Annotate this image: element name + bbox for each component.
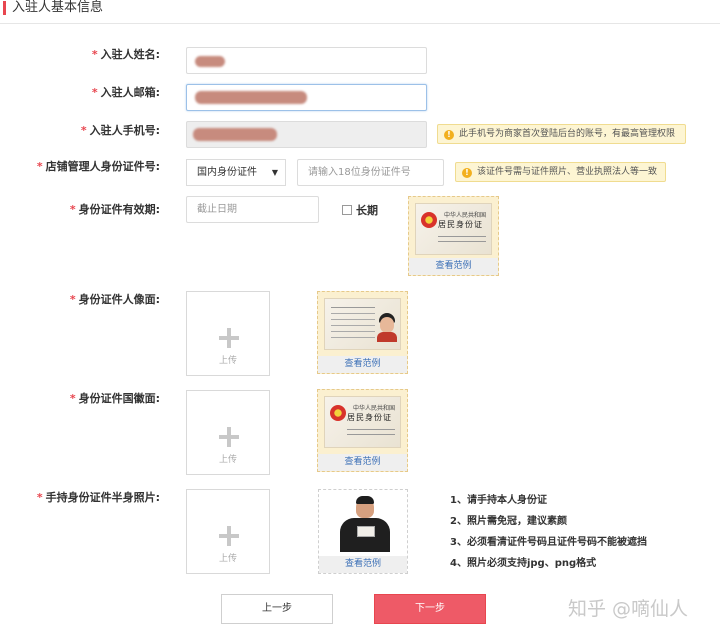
id-card-back-image: 中华人民共和国 居民身份证 [324, 396, 401, 448]
required-mark: * [36, 160, 43, 173]
handheld-label: * 手持身份证件半身照片: [36, 491, 160, 504]
email-label: * 入驻人邮箱: [91, 86, 160, 99]
photo-instructions: 1、请手持本人身份证 2、照片需免冠，建议素颜 3、必须看清证件号码且证件号码不… [450, 490, 647, 574]
portrait-photo [377, 313, 397, 342]
view-sample-link[interactable]: 查看范例 [318, 356, 407, 373]
upload-label: 上传 [218, 455, 237, 465]
plus-icon [219, 328, 239, 348]
watermark: 知乎 @嘀仙人 [568, 598, 689, 620]
info-icon: ! [462, 168, 472, 178]
instruction-item: 3、必须看清证件号码且证件号码不能被遮挡 [450, 537, 647, 548]
instruction-item: 1、请手持本人身份证 [450, 495, 547, 506]
redacted-value [195, 56, 225, 67]
phone-label: * 入驻人手机号: [80, 124, 160, 137]
info-icon: ! [444, 130, 454, 140]
back-upload-box[interactable]: 上传 [186, 390, 270, 475]
handheld-sample: 查看范例 [318, 489, 408, 574]
phone-tip: ! 此手机号为商家首次登陆后台的账号，有最高管理权限 [437, 124, 686, 144]
long-term-label: 长期 [356, 204, 378, 217]
card-title-text: 居民身份证 [347, 413, 392, 422]
required-mark: * [36, 491, 43, 504]
handheld-photo-image [323, 494, 406, 552]
card-lines [438, 236, 486, 237]
id-number-input[interactable]: 请输入18位身份证件号 [297, 159, 444, 186]
national-emblem-icon [330, 405, 346, 421]
back-label: * 身份证件国徽面: [69, 392, 160, 405]
id-front-sample: 查看范例 [317, 291, 408, 374]
required-mark: * [91, 48, 98, 61]
view-sample-link[interactable]: 查看范例 [319, 556, 407, 573]
card-country-text: 中华人民共和国 [353, 405, 396, 412]
long-term-checkbox[interactable] [342, 205, 352, 215]
id-card-front-image [324, 298, 401, 350]
front-upload-box[interactable]: 上传 [186, 291, 270, 376]
required-mark: * [69, 203, 76, 216]
plus-icon [219, 526, 239, 546]
required-mark: * [91, 86, 98, 99]
name-label: * 入驻人姓名: [91, 48, 160, 61]
required-mark: * [69, 392, 76, 405]
expiry-date-input[interactable]: 截止日期 [186, 196, 319, 223]
section-title: 入驻人基本信息 [12, 0, 104, 15]
name-input[interactable] [186, 47, 427, 74]
section-header: 入驻人基本信息 [0, 0, 720, 24]
plus-icon [219, 427, 239, 447]
required-mark: * [69, 293, 76, 306]
view-sample-link[interactable]: 查看范例 [318, 454, 407, 471]
upload-label: 上传 [218, 356, 237, 366]
id-back-sample: 中华人民共和国 居民身份证 查看范例 [408, 196, 499, 276]
redacted-value [195, 91, 307, 104]
id-number-tip: ! 该证件号需与证件照片、营业执照法人等一致 [455, 162, 666, 182]
card-title-text: 居民身份证 [438, 220, 483, 229]
upload-label: 上传 [218, 554, 237, 564]
held-id-card [357, 526, 375, 537]
card-lines [347, 429, 395, 430]
email-input[interactable] [186, 84, 427, 111]
validity-label: * 身份证件有效期: [69, 203, 160, 216]
view-sample-link[interactable]: 查看范例 [409, 258, 498, 275]
phone-input [186, 121, 427, 148]
id-number-label: * 店铺管理人身份证件号: [36, 160, 160, 173]
front-label: * 身份证件人像面: [69, 293, 160, 306]
id-card-back-image: 中华人民共和国 居民身份证 [415, 203, 492, 255]
national-emblem-icon [421, 212, 437, 228]
instruction-item: 4、照片必须支持jpg、png格式 [450, 558, 597, 569]
required-mark: * [80, 124, 87, 137]
section-accent-bar [3, 1, 6, 15]
handheld-upload-box[interactable]: 上传 [186, 489, 270, 574]
card-lines [331, 307, 375, 308]
caret-down-icon: ▼ [271, 168, 278, 177]
next-button[interactable]: 下一步 [374, 594, 486, 624]
id-type-select[interactable]: 国内身份证件 ▼ [186, 159, 286, 186]
instruction-item: 2、照片需免冠，建议素颜 [450, 516, 567, 527]
redacted-value [193, 128, 277, 141]
prev-button[interactable]: 上一步 [221, 594, 333, 624]
card-country-text: 中华人民共和国 [444, 212, 487, 219]
id-back-sample-2: 中华人民共和国 居民身份证 查看范例 [317, 389, 408, 472]
